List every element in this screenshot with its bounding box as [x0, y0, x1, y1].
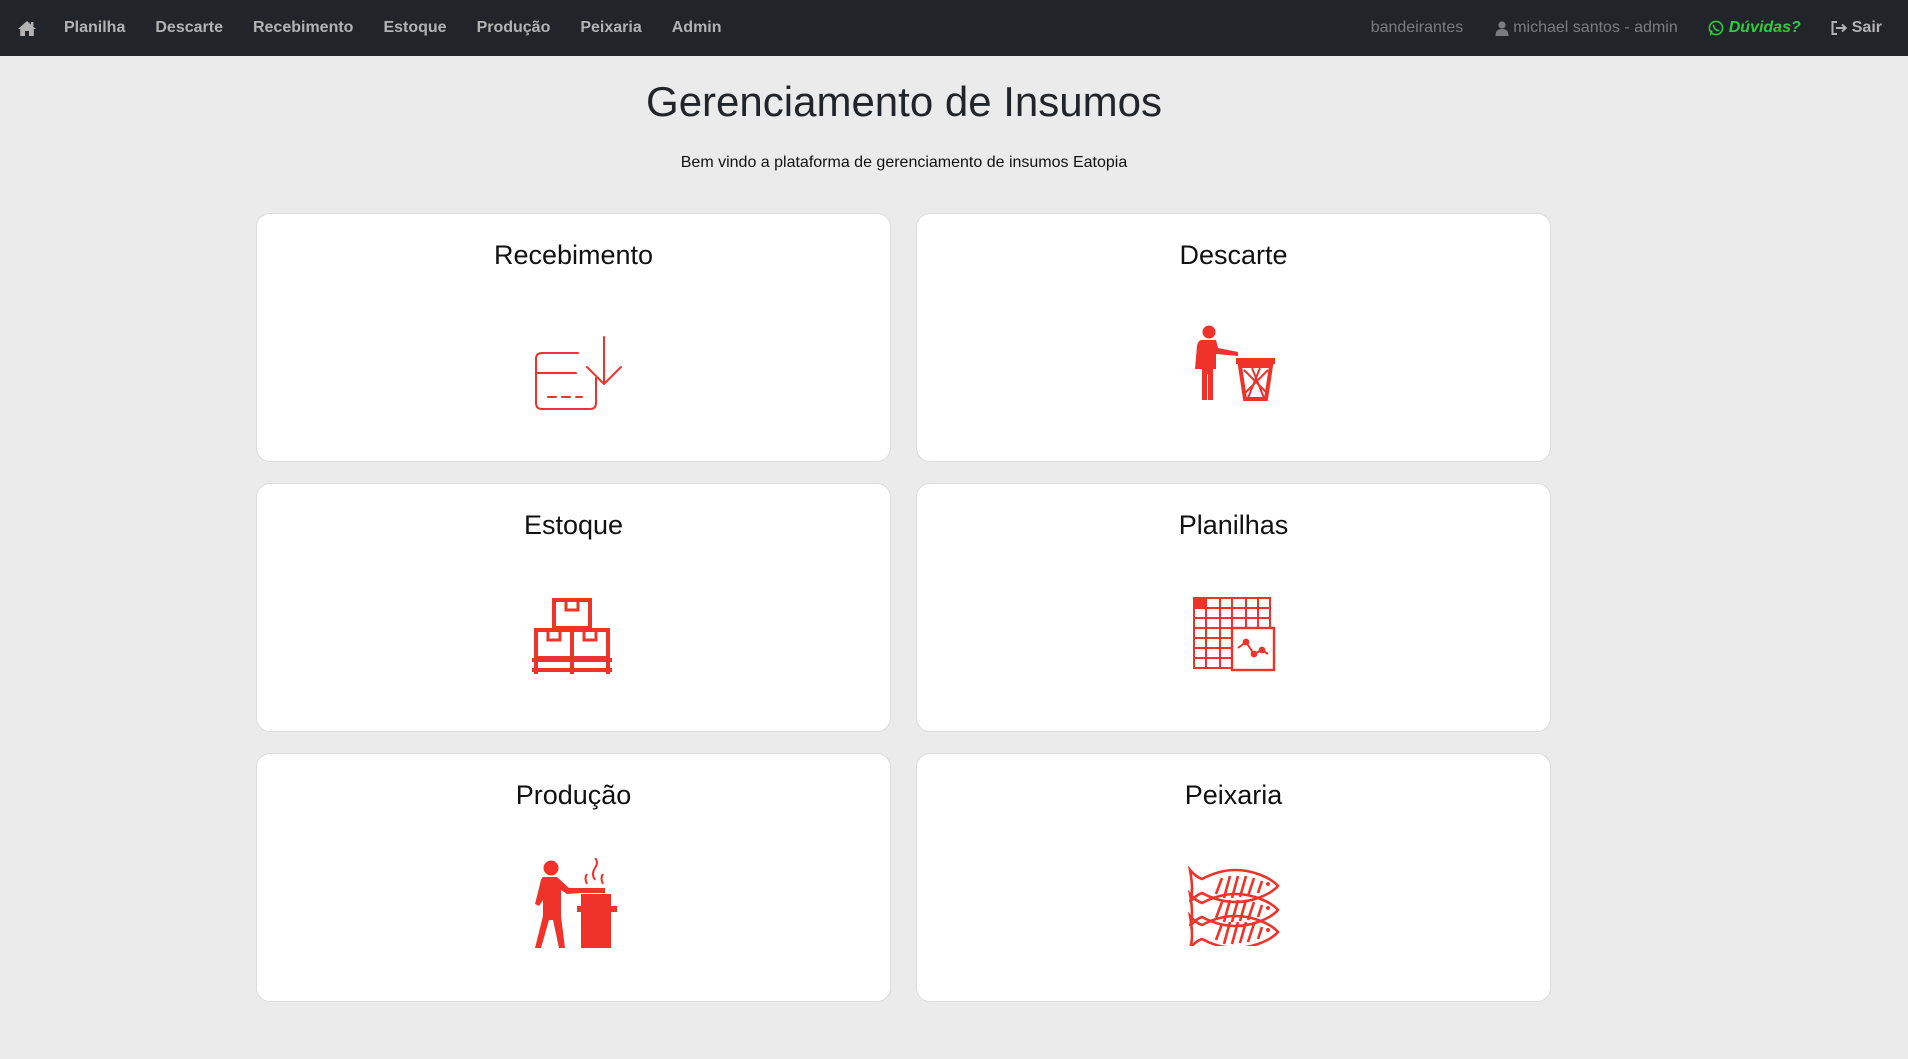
card-title: Recebimento	[493, 240, 654, 270]
home-icon[interactable]	[12, 19, 42, 37]
logout-label: Sair	[1851, 19, 1882, 36]
cooking-person-icon	[257, 858, 890, 950]
store-selector[interactable]: bandeirantes	[1371, 19, 1464, 37]
nav-right: bandeirantes michael santos - admin Dúvi…	[1371, 0, 1908, 56]
page-title: Gerenciamento de Insumos	[646, 78, 1162, 125]
card-estoque[interactable]: Estoque	[256, 483, 891, 732]
user-icon	[1495, 20, 1509, 36]
user-menu[interactable]: michael santos - admin	[1495, 19, 1678, 37]
nav-producao[interactable]: Produção	[477, 19, 551, 37]
card-title: Produção	[515, 780, 632, 810]
top-navbar: Planilha Descarte Recebimento Estoque Pr…	[0, 0, 1908, 56]
card-peixaria[interactable]: Peixaria	[916, 753, 1551, 1002]
card-descarte[interactable]: Descarte	[916, 213, 1551, 462]
card-title: Descarte	[1179, 240, 1288, 270]
nav-planilha[interactable]: Planilha	[64, 19, 125, 37]
nav-peixaria[interactable]: Peixaria	[580, 19, 641, 37]
fish-icon	[917, 864, 1550, 946]
nav-left: Planilha Descarte Recebimento Estoque Pr…	[0, 0, 722, 56]
page-subtitle: Bem vindo a plataforma de gerenciamento …	[680, 154, 1128, 171]
nav-admin[interactable]: Admin	[672, 19, 722, 37]
help-link[interactable]: Dúvidas?	[1708, 19, 1801, 37]
card-producao[interactable]: Produção	[256, 753, 891, 1002]
nav-descarte[interactable]: Descarte	[155, 19, 223, 37]
card-planilhas[interactable]: Planilhas	[916, 483, 1551, 732]
card-title: Planilhas	[1178, 510, 1289, 540]
help-label: Dúvidas?	[1728, 19, 1801, 36]
whatsapp-icon	[1708, 20, 1724, 36]
boxes-pallet-icon	[257, 596, 890, 676]
spreadsheet-chart-icon	[917, 596, 1550, 672]
nav-estoque[interactable]: Estoque	[383, 19, 446, 37]
receive-box-icon	[257, 318, 890, 414]
sign-out-icon	[1831, 21, 1847, 35]
card-title: Peixaria	[1184, 780, 1283, 810]
card-title: Estoque	[523, 510, 624, 540]
logout-button[interactable]: Sair	[1831, 19, 1882, 37]
trash-person-icon	[917, 324, 1550, 404]
card-recebimento[interactable]: Recebimento	[256, 213, 891, 462]
user-name: michael santos - admin	[1513, 19, 1678, 36]
nav-recebimento[interactable]: Recebimento	[253, 19, 353, 37]
